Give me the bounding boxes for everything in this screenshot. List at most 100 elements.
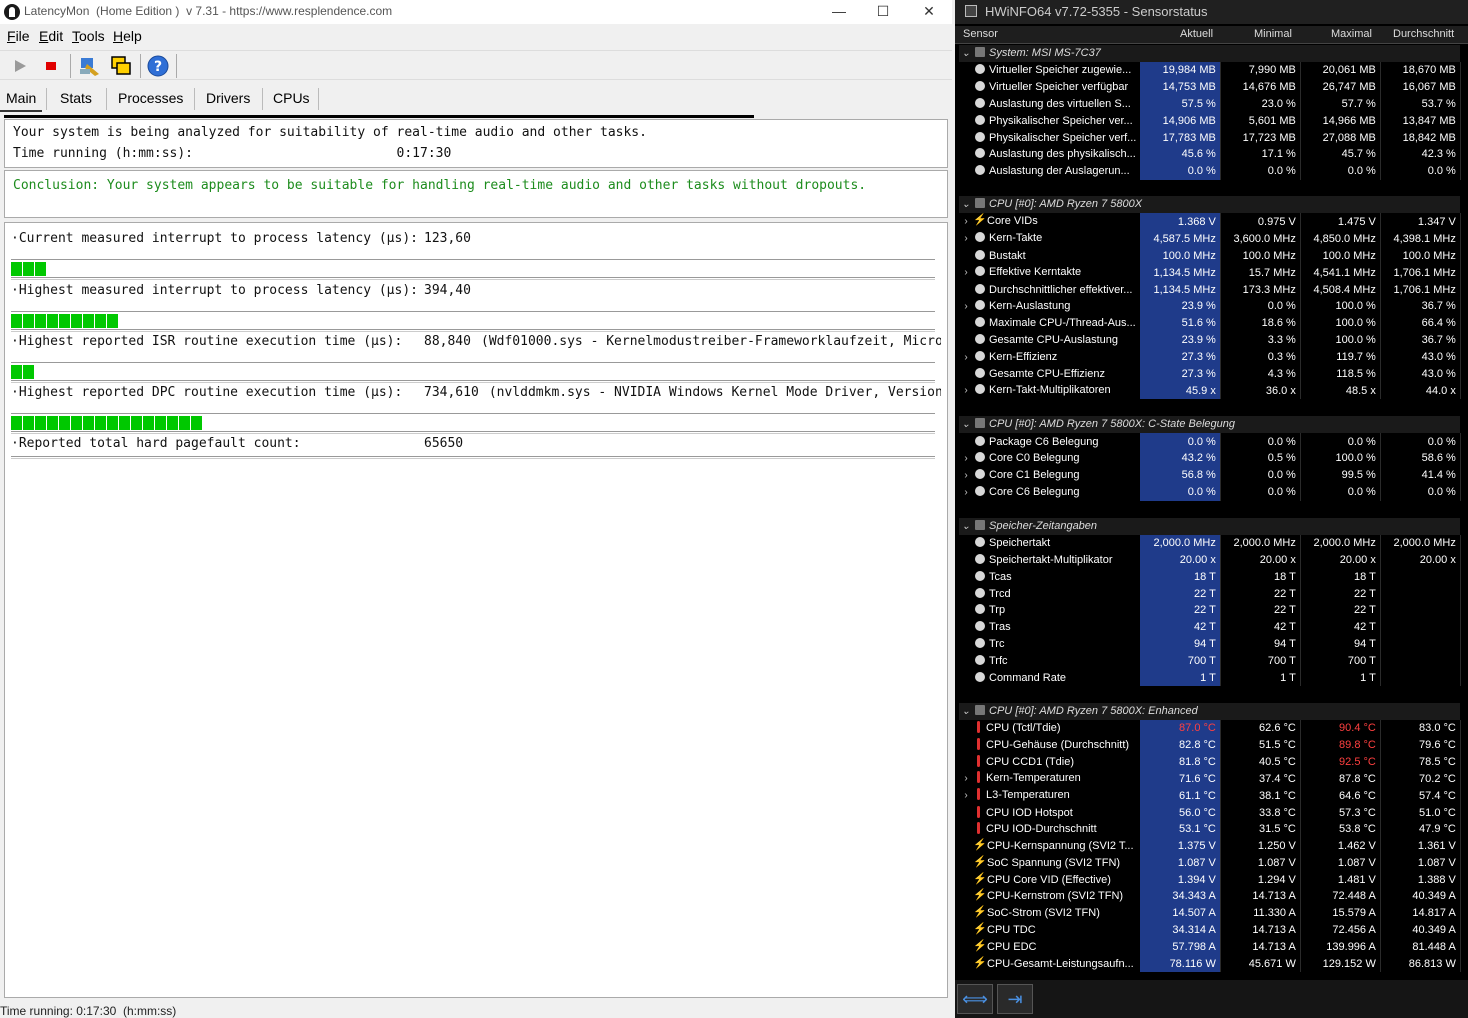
sensor-row[interactable]: Gesamte CPU-Auslastung 23.9 % 3.3 % 100.0 %… — [959, 331, 1461, 349]
sensor-row[interactable]: › Kern-Auslastung 23.9 % 0.0 % 100.0 % 36.7 % — [959, 297, 1461, 315]
sensor-row[interactable]: Trcd 22 T 22 T 22 T — [959, 585, 1461, 602]
sensor-row[interactable]: CPU-Kernstrom (SVI2 TFN) 34.343 A14.713 A… — [959, 888, 1461, 905]
sensor-group-name[interactable]: ⌄ CPU [#0]: AMD Ryzen 7 5800X: Enhanced — [959, 702, 1461, 720]
sensor-row[interactable]: SoC Spannung (SVI2 TFN)1.087 V1.087 V1.0… — [959, 854, 1461, 872]
sensor-row[interactable]: CPU IOD Hotspot 56.0 °C 33.8 °C 57.3 °C 51.0… — [959, 804, 1461, 821]
tab-drivers[interactable]: Drivers — [200, 88, 256, 112]
sensor-row[interactable]: › Core C0 Belegung 43.2 % 0.5 % 100.0 % 58.6 … — [959, 449, 1461, 467]
sensor-row[interactable]: Auslastung der Auslagerun... 0.0 % 0.0 % 0.… — [959, 162, 1461, 180]
sensor-group-name[interactable]: ⌄ System: MSI MS-7C37 — [959, 45, 1461, 62]
chevron-right-icon[interactable]: › — [959, 214, 973, 230]
play-icon[interactable] — [8, 54, 32, 78]
chevron-right-icon[interactable]: › — [959, 231, 973, 247]
sensor-row[interactable]: Maximale CPU-/Thread-Aus... 51.6 % 18.6 % 1… — [959, 314, 1461, 332]
sensor-row[interactable]: › Core C1 Belegung 56.8 % 0.0 % 99.5 % 41.4 % — [959, 466, 1461, 484]
chevron-right-icon[interactable]: › — [959, 468, 973, 484]
sensor-row[interactable]: CPU IOD-Durchschnitt 53.1 °C 31.5 °C 53.8 °… — [959, 820, 1461, 838]
sensor-row[interactable]: Virtueller Speicher zugewie... 19,984 MB 7… — [959, 62, 1461, 79]
chevron-right-icon[interactable]: › — [959, 265, 973, 281]
chevron-down-icon[interactable]: ⌄ — [959, 46, 973, 62]
sensor-row[interactable]: Physikalischer Speicher ver... 14,906 MB 5… — [959, 112, 1461, 130]
chevron-down-icon[interactable]: ⌄ — [959, 417, 973, 433]
menu-help[interactable]: Help — [113, 28, 142, 44]
menu-edit[interactable]: Edit — [39, 28, 63, 44]
layout-button[interactable]: ⇥ — [997, 984, 1033, 1014]
sensor-row[interactable]: Tcas 18 T 18 T 18 T — [959, 568, 1461, 586]
sensor-group-name[interactable]: ⌄ Speicher-Zeitangaben — [959, 517, 1461, 535]
sensor-row[interactable]: › Kern-Takte 4,587.5 MHz 3,600.0 MHz 4,850.0… — [959, 230, 1461, 248]
column-min[interactable]: Minimal — [1254, 28, 1292, 40]
chevron-down-icon[interactable]: ⌄ — [959, 519, 973, 535]
chevron-right-icon[interactable]: › — [959, 451, 973, 467]
sensor-row[interactable]: › Effektive Kerntakte 1,134.5 MHz 15.7 MHz 4… — [959, 264, 1461, 282]
tab-main[interactable]: Main — [0, 88, 43, 112]
sensor-row[interactable]: Bustakt 100.0 MHz 100.0 MHz 100.0 MHz 100.0 … — [959, 247, 1461, 265]
sensor-group-name[interactable]: ⌄ CPU [#0]: AMD Ryzen 7 5800X — [959, 196, 1461, 214]
sensor-row[interactable]: CPU CCD1 (Tdie) 81.8 °C 40.5 °C 92.5 °C 78.5… — [959, 753, 1461, 771]
sensor-row[interactable]: Trfc 700 T 700 T 700 T — [959, 652, 1461, 670]
help-icon[interactable]: ? — [146, 54, 170, 78]
sensor-row[interactable]: CPU-Gehäuse (Durchschnitt) 82.8 °C 51.5 °C… — [959, 736, 1461, 754]
chevron-right-icon[interactable]: › — [959, 788, 973, 804]
tab-stats[interactable]: Stats — [54, 88, 98, 112]
column-current[interactable]: Aktuell — [1180, 28, 1213, 40]
sensor-group-row[interactable]: ⌄ CPU [#0]: AMD Ryzen 7 5800X: C-State Be… — [959, 416, 1461, 434]
column-max[interactable]: Maximal — [1331, 28, 1372, 40]
sensor-row[interactable]: › Core C6 Belegung 0.0 % 0.0 % 0.0 % 0.0 % — [959, 483, 1461, 501]
sensor-row[interactable]: › Kern-Effizienz 27.3 % 0.3 % 119.7 % 43.0 % — [959, 348, 1461, 366]
tab-cpus[interactable]: CPUs — [267, 88, 316, 112]
chevron-down-icon[interactable]: ⌄ — [959, 704, 973, 720]
sensor-row[interactable]: Package C6 Belegung 0.0 % 0.0 % 0.0 % 0.0 % — [959, 433, 1461, 450]
sensor-row[interactable]: Durchschnittlicher effektiver... 1,134.5 … — [959, 281, 1461, 298]
sensor-row[interactable]: CPU Core VID (Effective)1.394 V1.294 V1.… — [959, 871, 1461, 889]
sensor-row[interactable]: Speichertakt-Multiplikator 20.00 x 20.00 x… — [959, 551, 1461, 569]
sensor-row[interactable]: Gesamte CPU-Effizienz 27.3 % 4.3 % 118.5 % 4… — [959, 365, 1461, 383]
stop-icon[interactable] — [39, 54, 63, 78]
sensor-row[interactable]: › Core VIDs 1.368 V0.975 V1.475 V1.347 V — [959, 213, 1461, 231]
sensor-row[interactable]: Trc 94 T 94 T 94 T — [959, 635, 1461, 653]
chevron-right-icon[interactable]: › — [959, 771, 973, 787]
expand-collapse-button[interactable]: ⟺ — [957, 984, 993, 1014]
menu-tools[interactable]: Tools — [72, 28, 105, 44]
menu-file[interactable]: File — [7, 28, 30, 44]
sensor-row[interactable]: Tras 42 T 42 T 42 T — [959, 618, 1461, 636]
sensor-row[interactable]: › Kern-Takt-Multiplikatoren 45.9 x 36.0 x 48… — [959, 382, 1461, 400]
sensor-row[interactable]: Virtueller Speicher verfügbar 14,753 MB 14… — [959, 78, 1461, 96]
sensor-group-row[interactable]: ⌄ CPU [#0]: AMD Ryzen 7 5800X — [959, 196, 1461, 214]
column-average[interactable]: Durchschnitt — [1393, 28, 1454, 40]
sensor-group-row[interactable]: ⌄ CPU [#0]: AMD Ryzen 7 5800X: Enhanced — [959, 702, 1461, 720]
minimize-button[interactable]: — — [816, 0, 862, 24]
sensor-group-name[interactable]: ⌄ CPU [#0]: AMD Ryzen 7 5800X: C-State Be… — [959, 416, 1461, 434]
sensor-row[interactable]: › Kern-Temperaturen 71.6 °C 37.4 °C 87.8 °C 7… — [959, 770, 1461, 788]
close-button[interactable]: ✕ — [906, 0, 952, 24]
sensor-row[interactable]: CPU EDC 57.798 A14.713 A139.996 A81.448 A — [959, 938, 1461, 956]
chevron-right-icon[interactable]: › — [959, 350, 973, 366]
hwinfo-window: HWiNFO64 v7.72-5355 - Sensorstatus Senso… — [955, 0, 1468, 1018]
menu-edit-rest: dit — [48, 28, 64, 44]
tab-processes[interactable]: Processes — [112, 88, 189, 112]
chevron-down-icon[interactable]: ⌄ — [959, 197, 973, 213]
column-sensor[interactable]: Sensor — [963, 28, 998, 40]
sensor-row[interactable]: Speichertakt 2,000.0 MHz 2,000.0 MHz 2,000.… — [959, 534, 1461, 552]
chevron-right-icon[interactable]: › — [959, 299, 973, 315]
sensor-row[interactable]: › L3-Temperaturen 61.1 °C 38.1 °C 64.6 °C 57.… — [959, 787, 1461, 805]
sensor-group-row[interactable]: ⌄ Speicher-Zeitangaben — [959, 517, 1461, 535]
sensor-row[interactable]: CPU-Kernspannung (SVI2 T... 1.375 V1.250 … — [959, 837, 1461, 855]
value-current: 22 T — [1140, 601, 1221, 619]
value-average: 83.0 °C — [1380, 719, 1461, 737]
sensor-row[interactable]: Command Rate 1 T1 T1 T — [959, 669, 1461, 686]
process-tools-icon[interactable] — [77, 54, 101, 78]
chevron-right-icon[interactable]: › — [959, 383, 973, 399]
sensor-row[interactable]: CPU TDC 34.314 A14.713 A72.456 A40.349 A — [959, 921, 1461, 939]
sensor-row[interactable]: CPU-Gesamt-Leistungsaufn... 78.116 W45.67… — [959, 955, 1461, 973]
windows-icon[interactable] — [109, 54, 133, 78]
sensor-row[interactable]: SoC-Strom (SVI2 TFN) 14.507 A11.330 A15.5… — [959, 904, 1461, 922]
maximize-button[interactable]: ☐ — [860, 0, 906, 24]
sensor-row[interactable]: Physikalischer Speicher verf... 17,783 MB… — [959, 129, 1461, 146]
chevron-right-icon[interactable]: › — [959, 485, 973, 501]
sensor-row[interactable]: Auslastung des virtuellen S... 57.5 % 23.0… — [959, 95, 1461, 113]
sensor-row[interactable]: Trp 22 T 22 T 22 T — [959, 601, 1461, 619]
sensor-group-row[interactable]: ⌄ System: MSI MS-7C37 — [959, 45, 1461, 62]
sensor-row[interactable]: CPU (Tctl/Tdie) 87.0 °C 62.6 °C 90.4 °C 83.0… — [959, 719, 1461, 737]
sensor-row[interactable]: Auslastung des physikalisch... 45.6 % 17.1… — [959, 145, 1461, 163]
